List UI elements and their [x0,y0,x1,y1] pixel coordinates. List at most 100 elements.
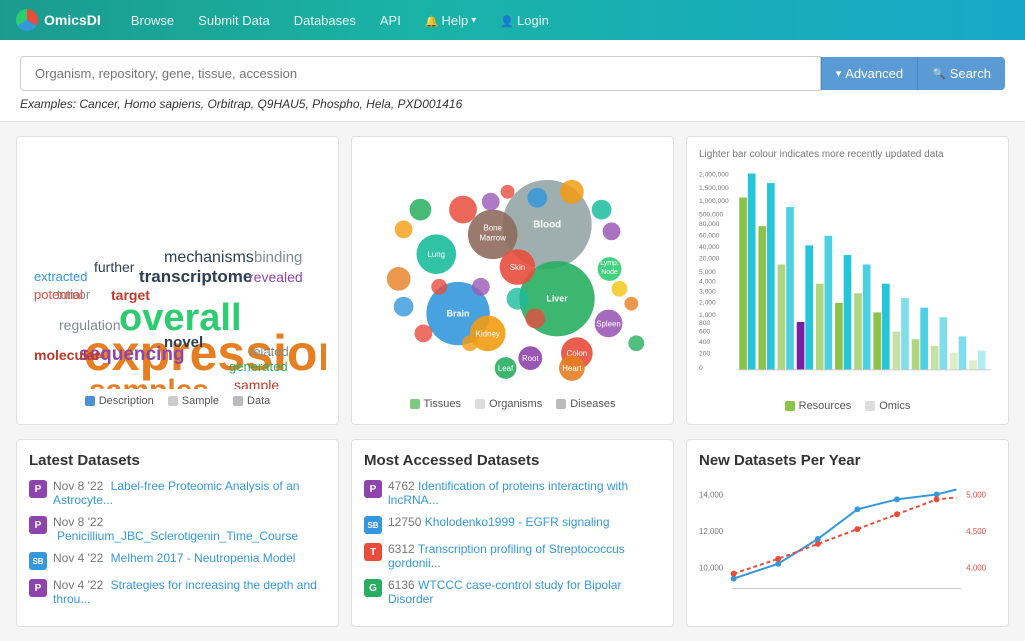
ma-title-2[interactable]: Transcription profiling of Streptococcus… [388,542,625,570]
nav-login[interactable]: Login [490,7,559,34]
search-button[interactable]: Search [917,57,1005,90]
bar-12-green [950,353,958,370]
list-item: P 4762 Identification of proteins intera… [364,479,661,507]
wc-word-regulation: regulation [59,317,121,333]
bar-5-green [816,284,824,370]
list-item: P Nov 4 '22 Strategies for increasing th… [29,578,326,606]
bar-8-green [873,312,881,369]
svg-text:Skin: Skin [510,263,525,272]
svg-text:200: 200 [699,351,710,358]
legend-sample-dot [168,396,178,406]
svg-text:14,000: 14,000 [699,490,724,499]
bar-3-teal [786,207,794,370]
nav-submit[interactable]: Submit Data [188,7,280,34]
bar-1-teal [748,174,756,370]
legend-description: Description [85,395,154,407]
bar-2-green [758,226,766,370]
new-datasets-title: New Datasets Per Year [699,452,996,469]
search-area: Advanced Search Examples: Cancer, Homo s… [0,40,1025,122]
legend-omics-label: Omics [879,400,910,412]
wc-word-generated: generated [229,359,288,374]
search-input[interactable] [21,57,820,90]
bar-legend: Resources Omics [699,400,996,412]
bubble-small-13 [612,281,628,297]
ds-info-2: Nov 4 '22 Melhem 2017 - Neutropenia Mode… [53,551,295,565]
dot-red-5 [894,511,900,517]
dot-red-4 [854,526,860,532]
list-item: SB 12750 Kholodenko1999 - EGFR signaling [364,515,661,534]
ds-title-1[interactable]: Penicillium_JBC_Sclerotigenin_Time_Cours… [57,529,298,543]
legend-resources-dot [785,401,795,411]
svg-text:Liver: Liver [546,294,568,304]
wc-word-sample: sample [234,377,279,389]
legend-data-label: Data [247,395,270,407]
logo-icon [16,9,38,31]
ma-id-2: 6312 [388,542,415,556]
bar-3-green [778,265,786,370]
bubble-small-2 [527,188,547,208]
bubble-small-19 [482,193,500,211]
wc-word-potential: potential [34,287,83,302]
bar-panel: Lighter bar colour indicates more recent… [686,136,1009,425]
search-examples: Examples: Cancer, Homo sapiens, Orbitrap… [20,97,1005,111]
svg-text:Lung: Lung [427,250,445,259]
svg-text:500,000: 500,000 [699,212,723,219]
ds-date-0: Nov 8 '22 [53,479,103,493]
bubble-small-6 [410,199,432,221]
wc-word-transcriptome: transcriptome [139,267,252,287]
legend-organisms-dot [475,399,485,409]
most-accessed-title: Most Accessed Datasets [364,452,661,469]
svg-text:Blood: Blood [533,219,561,230]
nav-databases[interactable]: Databases [284,7,366,34]
wc-word-novel: novel [164,334,203,351]
svg-text:60,000: 60,000 [699,233,720,240]
wc-word-molecular: molecular [34,347,100,363]
svg-text:4,500: 4,500 [966,527,986,536]
line-chart-svg: 14,000 12,000 10,000 5,000 4,500 4,000 [699,479,996,599]
ma-title-3[interactable]: WTCCC case-control study for Bipolar Dis… [388,578,621,606]
bar-13-green [969,360,977,370]
bubble-small-7 [395,220,413,238]
bar-5-teal [825,236,833,370]
svg-text:5,000: 5,000 [966,490,986,499]
nav-links: Browse Submit Data Databases API Help ▾ … [121,7,559,34]
bar-10-teal [920,308,928,370]
svg-text:5,000: 5,000 [699,269,716,276]
svg-text:80,000: 80,000 [699,221,720,228]
nav-browse[interactable]: Browse [121,7,184,34]
ma-title-1[interactable]: Kholodenko1999 - EGFR signaling [425,515,610,529]
bar-4-teal [805,245,813,370]
legend-resources: Resources [785,400,852,412]
ds-title-2[interactable]: Melhem 2017 - Neutropenia Model [111,551,296,565]
bubble-small-3 [560,180,584,204]
ds-info-1: Nov 8 '22 Penicillium_JBC_Sclerotigenin_… [53,515,326,543]
line-red [734,497,957,573]
legend-diseases-dot [556,399,566,409]
legend-diseases-label: Diseases [570,398,615,410]
ma-info-2: 6312 Transcription profiling of Streptoc… [388,542,661,570]
ma-title-0[interactable]: Identification of proteins interacting w… [388,479,628,507]
svg-text:1,500,000: 1,500,000 [699,185,729,192]
logo[interactable]: OmicsDI [16,9,101,31]
legend-tissues-label: Tissues [424,398,462,410]
list-item: P Nov 8 '22 Penicillium_JBC_Sclerotigeni… [29,515,326,543]
legend-omics-dot [865,401,875,411]
legend-diseases: Diseases [556,398,615,410]
nav-api[interactable]: API [370,7,411,34]
ds-badge-0: P [29,480,47,498]
svg-text:20,000: 20,000 [699,256,720,263]
bar-6-teal [844,255,852,370]
ma-badge-3: G [364,579,382,597]
ds-badge-2: SB [29,552,47,570]
svg-text:1,000,000: 1,000,000 [699,198,729,205]
bubble-small-20 [501,185,515,199]
nav-help[interactable]: Help ▾ [415,7,486,34]
advanced-button[interactable]: Advanced [821,57,917,90]
bubble-small-5 [603,222,621,240]
legend-resources-label: Resources [799,400,852,412]
ds-badge-3: P [29,579,47,597]
bubble-small-15 [628,335,644,351]
legend-sample-label: Sample [182,395,219,407]
svg-text:3,000: 3,000 [699,288,716,295]
svg-text:Marrow: Marrow [480,233,507,242]
